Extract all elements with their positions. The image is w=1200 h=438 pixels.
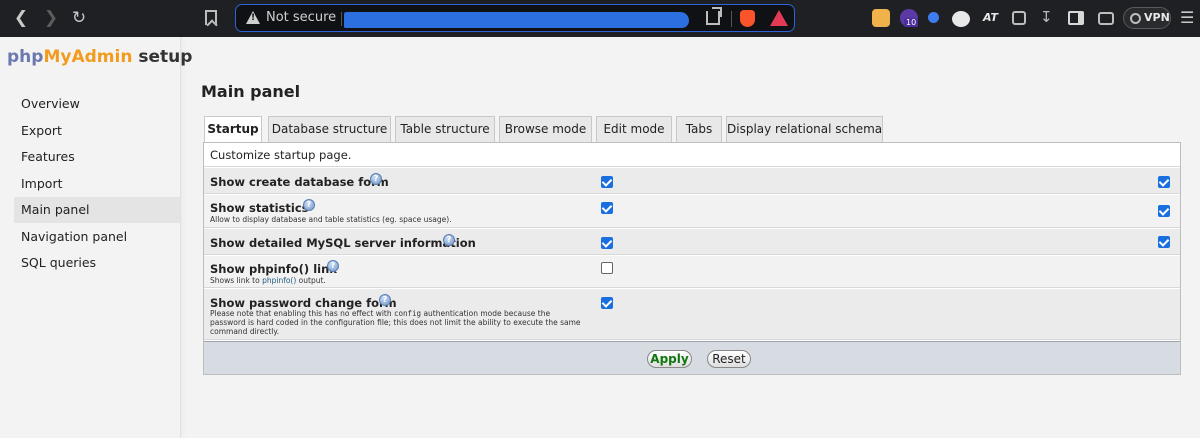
checkbox-show-phpinfo-link[interactable]: [601, 262, 613, 274]
browser-toolbar: ❮ ❯ ↻ Not secure 10 AT ↧ VPN ☰: [0, 0, 1200, 37]
tab-database-structure[interactable]: Database structure: [268, 116, 391, 142]
wallet-icon[interactable]: [1098, 12, 1114, 25]
checkbox-create-database-form[interactable]: [601, 176, 613, 188]
tab-tabs[interactable]: Tabs: [676, 116, 722, 142]
config-code: config: [393, 309, 422, 318]
setting-row-password-change-form: Show password change form ? Please note …: [204, 289, 1180, 340]
help-icon[interactable]: ?: [303, 199, 315, 211]
brave-rewards-icon[interactable]: [770, 10, 788, 26]
tab-startup[interactable]: Startup: [204, 116, 262, 143]
default-checkbox-create-database-form[interactable]: [1158, 176, 1170, 188]
help-icon[interactable]: ?: [379, 294, 391, 306]
vpn-label: VPN: [1144, 11, 1170, 24]
setting-row-show-phpinfo-link: Show phpinfo() link ? Shows link to phpi…: [204, 256, 1180, 288]
form-description: Customize startup page.: [204, 143, 1180, 167]
sidebar-item-sql-queries[interactable]: SQL queries: [14, 250, 180, 276]
setting-description-text: Shows link to: [210, 276, 263, 285]
redacted-url[interactable]: [344, 12, 689, 28]
setting-label: Show create database form: [210, 175, 389, 189]
setting-label: Show phpinfo() link: [210, 262, 337, 276]
sidebar: phpMyAdmin setup Overview Export Feature…: [0, 37, 192, 438]
tab-browse-mode[interactable]: Browse mode: [499, 116, 592, 142]
apply-button[interactable]: Apply: [647, 350, 692, 368]
logo-php: php: [7, 47, 44, 67]
logo-myadmin: MyAdmin: [43, 47, 133, 67]
extensions-puzzle-icon[interactable]: [1012, 11, 1026, 25]
address-bar[interactable]: Not secure: [235, 4, 795, 32]
tab-edit-mode[interactable]: Edit mode: [596, 116, 672, 142]
checkbox-password-change-form[interactable]: [601, 297, 613, 309]
menu-icon[interactable]: ☰: [1180, 8, 1194, 27]
back-icon[interactable]: ❮: [8, 6, 34, 30]
blue-dot-extension-icon[interactable]: [928, 12, 939, 23]
setting-label: Show detailed MySQL server information: [210, 236, 476, 250]
phpinfo-link[interactable]: phpinfo(): [262, 276, 296, 285]
logo-setup: setup: [132, 47, 193, 67]
sidebar-item-overview[interactable]: Overview: [14, 91, 180, 117]
url-separator: [731, 11, 732, 27]
vpn-button[interactable]: VPN: [1123, 7, 1171, 29]
setting-description-text: authentication mode because the: [421, 309, 551, 318]
checkbox-show-statistics[interactable]: [601, 202, 613, 214]
setting-description-text: Please note that enabling this has no ef…: [210, 309, 394, 318]
sidebar-item-features[interactable]: Features: [14, 144, 180, 170]
setting-label: Show statistics: [210, 201, 309, 215]
help-icon[interactable]: ?: [327, 260, 339, 272]
default-checkbox-detailed-mysql-info[interactable]: [1158, 236, 1170, 248]
sidebar-item-main-panel[interactable]: Main panel: [14, 197, 180, 223]
chat-extension-icon[interactable]: [952, 11, 970, 27]
setting-description-text: output.: [296, 276, 326, 285]
help-icon[interactable]: ?: [443, 234, 455, 246]
bookmark-icon[interactable]: [205, 10, 217, 25]
reset-button[interactable]: Reset: [707, 350, 751, 368]
security-label[interactable]: Not secure: [266, 10, 336, 25]
url-separator: [341, 12, 342, 26]
setting-label: Show password change form: [210, 296, 397, 310]
tab-table-structure[interactable]: Table structure: [395, 116, 495, 142]
setting-row-detailed-mysql-info: Show detailed MySQL server information ?: [204, 229, 1180, 255]
setting-description: command directly.: [210, 327, 280, 336]
share-icon[interactable]: [706, 7, 722, 25]
setting-description: Allow to display database and table stat…: [210, 215, 452, 224]
setting-description: Shows link to phpinfo() output.: [210, 276, 326, 286]
download-icon[interactable]: ↧: [1040, 8, 1053, 26]
settings-form: Customize startup page. Show create data…: [203, 142, 1181, 375]
forward-icon[interactable]: ❯: [38, 6, 64, 30]
checkbox-detailed-mysql-info[interactable]: [601, 237, 613, 249]
text-extension-icon[interactable]: AT: [983, 11, 998, 24]
help-icon[interactable]: ?: [370, 173, 382, 185]
warning-icon[interactable]: [246, 11, 260, 24]
form-footer: Apply Reset: [204, 341, 1180, 374]
default-checkbox-show-statistics[interactable]: [1158, 205, 1170, 217]
brave-shields-icon[interactable]: [740, 10, 755, 27]
setting-row-create-database-form: Show create database form ?: [204, 168, 1180, 194]
sidebar-toggle-icon[interactable]: [1068, 11, 1084, 25]
sidebar-item-navigation-panel[interactable]: Navigation panel: [14, 224, 180, 250]
sidebar-item-export[interactable]: Export: [14, 118, 180, 144]
cookie-extension-icon[interactable]: [872, 9, 890, 27]
sidebar-item-import[interactable]: Import: [14, 171, 180, 197]
setting-row-show-statistics: Show statistics ? Allow to display datab…: [204, 195, 1180, 228]
extension-badge-count: 10: [904, 18, 919, 27]
reload-icon[interactable]: ↻: [66, 6, 92, 30]
vpn-icon: [1130, 13, 1141, 24]
page-title: Main panel: [201, 82, 301, 101]
tab-display-relational-schema[interactable]: Display relational schema: [726, 116, 883, 142]
logo: phpMyAdmin setup: [7, 47, 192, 67]
